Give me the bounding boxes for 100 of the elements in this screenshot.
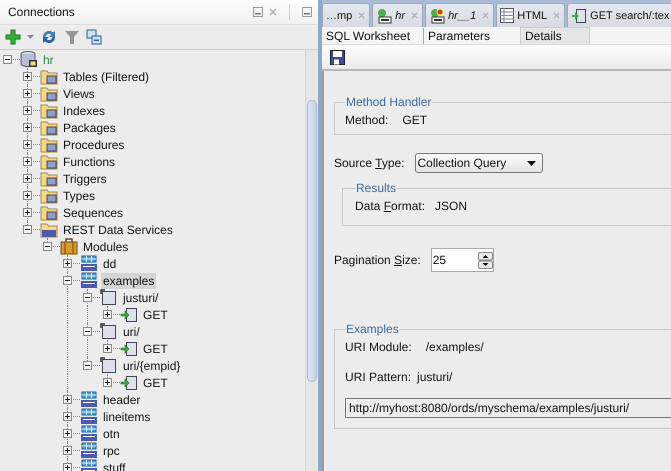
tree-item[interactable]: Tables (Filtered) (61, 68, 152, 84)
tree-item[interactable]: rpc (101, 442, 122, 458)
field-label: Source Type: (334, 156, 404, 170)
spinner-arrows-icon[interactable] (478, 252, 493, 268)
expand-toggle[interactable] (103, 344, 112, 353)
tree-item[interactable]: Triggers (61, 170, 109, 186)
tree-item[interactable]: header (101, 392, 142, 408)
tree-item[interactable]: GET (141, 374, 170, 390)
minimize-icon[interactable] (253, 7, 263, 17)
folder-icon (40, 136, 58, 153)
editor-tab[interactable]: HTML (496, 3, 566, 27)
refresh-icon[interactable] (40, 28, 58, 46)
editor-tab[interactable]: GET search/:tex (567, 3, 671, 27)
tree-item[interactable]: Packages (61, 120, 118, 136)
tree-item[interactable]: REST Data Services (61, 222, 175, 238)
folder-icon (40, 85, 58, 102)
sub-tab[interactable]: Details (520, 27, 590, 44)
field-value: /examples/ (426, 340, 484, 354)
grid-icon (500, 8, 514, 23)
folder-icon (40, 68, 58, 85)
folder-icon (40, 153, 58, 170)
group-title: Method Handler (345, 95, 432, 109)
expand-toggle[interactable] (23, 191, 32, 200)
add-icon[interactable] (5, 29, 21, 45)
expand-toggle[interactable] (103, 378, 112, 387)
expand-toggle[interactable] (63, 395, 72, 404)
field-label: Method: (345, 113, 388, 127)
rest-icon (80, 442, 98, 459)
expand-toggle[interactable] (103, 310, 112, 319)
collapse-all-icon[interactable] (86, 29, 102, 45)
sub-tab[interactable]: SQL Worksheet (322, 28, 423, 44)
pagination-size-field[interactable]: 25 (432, 253, 446, 267)
tree-item[interactable]: Functions (61, 154, 118, 170)
expand-toggle[interactable] (63, 259, 72, 268)
source-type-dropdown[interactable]: Collection Query (414, 153, 542, 173)
scrollbar-thumb[interactable] (307, 100, 317, 382)
save-icon[interactable] (330, 50, 345, 64)
tree-item[interactable]: Sequences (61, 204, 126, 220)
handler-icon (120, 374, 138, 391)
minimize-icon[interactable] (302, 7, 312, 17)
expand-toggle[interactable] (23, 157, 32, 166)
rest-icon (80, 272, 98, 289)
expand-toggle[interactable] (63, 276, 72, 285)
briefcase-icon (60, 238, 78, 255)
tree-item[interactable]: GET (141, 306, 170, 322)
expand-toggle[interactable] (23, 72, 32, 81)
group-title: Examples (345, 322, 400, 336)
tree-item[interactable]: hr (41, 52, 56, 68)
rest-folder-icon (40, 221, 58, 238)
expand-toggle[interactable] (63, 463, 72, 471)
tree-item[interactable]: Indexes (61, 102, 108, 118)
tree-item[interactable]: dd (101, 256, 118, 272)
expand-toggle[interactable] (23, 89, 32, 98)
handler-icon (120, 306, 138, 323)
expand-toggle[interactable] (23, 123, 32, 132)
group-title: Results (355, 181, 398, 195)
dropdown-arrow-icon (526, 160, 536, 166)
tree-item[interactable]: examples (101, 272, 156, 288)
expand-toggle[interactable] (3, 55, 12, 64)
tree-item[interactable]: Modules (81, 238, 130, 254)
expand-toggle[interactable] (83, 293, 92, 302)
page-icon (100, 289, 118, 306)
rest-icon (80, 425, 98, 442)
tree-item[interactable]: uri/{empid} (121, 358, 182, 374)
tree-item[interactable]: otn (101, 426, 122, 442)
panel-title: Connections (8, 5, 76, 19)
tree-item[interactable]: Views (61, 86, 97, 102)
expand-toggle[interactable] (63, 412, 72, 421)
dropdown-caret-icon[interactable] (27, 35, 34, 39)
tree-item[interactable]: lineitems (101, 408, 152, 424)
editor-tab[interactable]: hr__1 (425, 3, 494, 27)
expand-toggle[interactable] (43, 242, 52, 251)
field-label: Data Format: (355, 199, 426, 213)
expand-toggle[interactable] (83, 327, 92, 336)
expand-toggle[interactable] (23, 208, 32, 217)
expand-toggle[interactable] (23, 106, 32, 115)
page-icon (100, 323, 118, 340)
expand-toggle[interactable] (23, 174, 32, 183)
page-icon (100, 357, 118, 374)
expand-toggle[interactable] (83, 361, 92, 370)
rest-icon (80, 459, 98, 471)
editor-tab[interactable]: …mp (322, 3, 370, 27)
tree-item[interactable]: justuri/ (121, 290, 160, 306)
tree-item[interactable]: GET (141, 340, 170, 356)
database-icon (20, 51, 38, 68)
expand-toggle[interactable] (63, 446, 72, 455)
folder-icon (40, 119, 58, 136)
url-field[interactable]: http://myhost:8080/ords/myschema/examples/justuri/ (345, 398, 671, 418)
tree-item[interactable]: Procedures (61, 136, 126, 152)
rest-icon (80, 391, 98, 408)
expand-toggle[interactable] (63, 429, 72, 438)
tree-item[interactable]: uri/ (121, 324, 142, 340)
handler-icon (571, 8, 588, 24)
expand-toggle[interactable] (23, 225, 32, 234)
field-label: URI Module: (345, 340, 412, 354)
folder-icon (40, 204, 58, 221)
field-value: justuri/ (417, 370, 452, 384)
expand-toggle[interactable] (23, 140, 32, 149)
editor-tab[interactable]: hr (372, 3, 424, 27)
tree-item[interactable]: Types (61, 188, 98, 204)
